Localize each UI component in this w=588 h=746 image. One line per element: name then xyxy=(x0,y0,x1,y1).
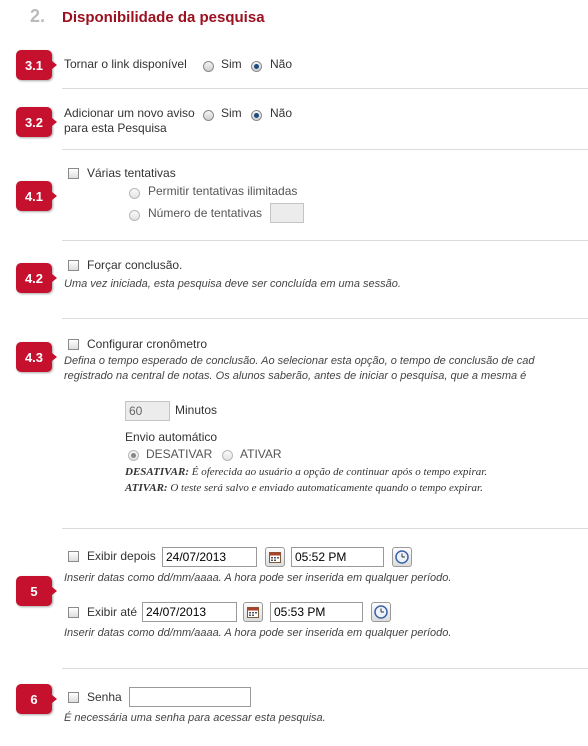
add-announcement-yes-radio[interactable] xyxy=(203,110,214,121)
link-available-no-radio[interactable] xyxy=(251,61,262,72)
password-hint: É necessária uma senha para acessar esta… xyxy=(64,712,326,724)
display-until-hint: Inserir datas como dd/mm/aaaa. A hora po… xyxy=(64,627,452,639)
make-link-available-label: Tornar o link disponível xyxy=(64,57,187,71)
divider xyxy=(62,149,588,150)
display-until-label: Exibir até xyxy=(87,605,138,619)
step-badge-4-1: 4.1 xyxy=(16,181,57,211)
divider xyxy=(62,88,588,89)
set-timer-label: Configurar cronômetro xyxy=(87,337,208,351)
calendar-icon xyxy=(247,607,259,618)
force-completion-checkbox[interactable] xyxy=(68,260,79,271)
timer-hint-line1: Defina o tempo esperado de conclusão. Ao… xyxy=(64,355,535,367)
step-badge-6: 6 xyxy=(16,684,57,714)
display-until-checkbox[interactable] xyxy=(68,607,79,618)
number-of-attempts-label: Número de tentativas xyxy=(148,206,263,220)
link-available-no-label: Não xyxy=(270,57,293,71)
auto-submit-on-label: ATIVAR xyxy=(240,447,282,461)
clock-icon xyxy=(374,605,388,619)
display-until-calendar-button[interactable] xyxy=(243,602,263,622)
display-after-hint: Inserir datas como dd/mm/aaaa. A hora po… xyxy=(64,572,452,584)
timer-minutes-input[interactable] xyxy=(125,401,170,421)
set-timer-checkbox[interactable] xyxy=(68,339,79,350)
add-announcement-no-radio[interactable] xyxy=(251,110,262,121)
display-after-time-input[interactable] xyxy=(291,547,384,567)
link-available-yes-label: Sim xyxy=(221,57,242,71)
step-badge-5: 5 xyxy=(16,576,57,606)
divider xyxy=(62,240,588,241)
force-completion-hint: Uma vez iniciada, esta pesquisa deve ser… xyxy=(64,278,401,290)
password-checkbox[interactable] xyxy=(68,692,79,703)
section-title: Disponibilidade da pesquisa xyxy=(62,9,265,26)
display-after-date-input[interactable] xyxy=(162,547,257,567)
display-after-label: Exibir depois xyxy=(87,549,156,563)
step-badge-4-2: 4.2 xyxy=(16,263,57,293)
step-badge-3-1: 3.1 xyxy=(16,50,57,80)
divider xyxy=(62,318,588,319)
add-announcement-label-line2: para esta Pesquisa xyxy=(64,121,167,135)
password-label: Senha xyxy=(87,690,122,704)
auto-submit-off-description: DESATIVAR: É oferecida ao usuário a opçã… xyxy=(125,466,488,478)
auto-submit-on-description: ATIVAR: O teste será salvo e enviado aut… xyxy=(125,482,483,494)
divider xyxy=(62,668,588,669)
display-after-checkbox[interactable] xyxy=(68,551,79,562)
display-until-clock-button[interactable] xyxy=(371,602,391,622)
auto-submit-label: Envio automático xyxy=(125,430,218,444)
divider xyxy=(62,528,588,529)
step-badge-4-3: 4.3 xyxy=(16,342,57,372)
multiple-attempts-label: Várias tentativas xyxy=(87,166,176,180)
number-of-attempts-input[interactable] xyxy=(270,203,304,223)
display-after-clock-button[interactable] xyxy=(392,547,412,567)
auto-submit-off-radio[interactable] xyxy=(128,450,139,461)
unlimited-attempts-radio[interactable] xyxy=(129,188,140,199)
link-available-yes-radio[interactable] xyxy=(203,61,214,72)
display-until-time-input[interactable] xyxy=(270,602,363,622)
display-until-date-input[interactable] xyxy=(142,602,237,622)
password-input[interactable] xyxy=(129,687,251,707)
timer-hint-line2: registrado na central de notas. Os aluno… xyxy=(64,370,527,382)
add-announcement-label-line1: Adicionar um novo aviso xyxy=(64,106,195,120)
add-announcement-no-label: Não xyxy=(270,106,293,120)
auto-submit-off-label: DESATIVAR xyxy=(146,447,213,461)
minutes-label: Minutos xyxy=(175,403,218,417)
add-announcement-yes-label: Sim xyxy=(221,106,242,120)
calendar-icon xyxy=(269,552,281,563)
clock-icon xyxy=(395,550,409,564)
force-completion-label: Forçar conclusão. xyxy=(87,258,183,272)
step-badge-3-2: 3.2 xyxy=(16,107,57,137)
display-after-calendar-button[interactable] xyxy=(265,547,285,567)
number-of-attempts-radio[interactable] xyxy=(129,210,140,221)
section-number: 2. xyxy=(30,6,46,26)
auto-submit-on-radio[interactable] xyxy=(222,450,233,461)
multiple-attempts-checkbox[interactable] xyxy=(68,168,79,179)
unlimited-attempts-label: Permitir tentativas ilimitadas xyxy=(148,184,298,198)
